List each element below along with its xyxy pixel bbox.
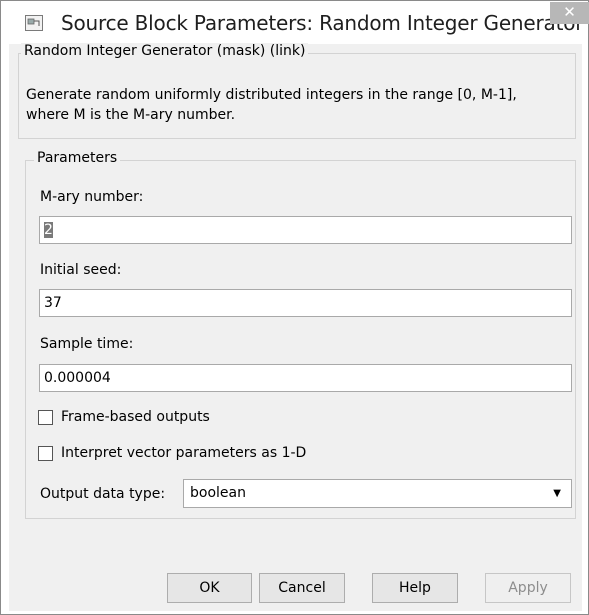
output-data-type-select[interactable]: boolean ▼	[183, 479, 572, 508]
simulink-block-icon	[25, 15, 43, 31]
parameters-group: Parameters M-ary number: 2 Initial seed:…	[25, 150, 576, 519]
interpret-vector-row[interactable]: Interpret vector parameters as 1-D	[38, 445, 306, 461]
apply-button[interactable]: Apply	[485, 573, 571, 603]
parameters-legend: Parameters	[34, 150, 121, 166]
interpret-vector-label: Interpret vector parameters as 1-D	[61, 445, 307, 461]
block-description-group: Random Integer Generator (mask) (link) G…	[18, 43, 576, 139]
sample-time-input[interactable]: 0.000004	[39, 364, 572, 392]
frame-based-outputs-row[interactable]: Frame-based outputs	[38, 409, 210, 425]
dialog-client-area: Random Integer Generator (mask) (link) G…	[9, 43, 582, 611]
frame-based-outputs-checkbox[interactable]	[38, 409, 53, 425]
close-button[interactable]: ✕	[550, 2, 589, 24]
chevron-down-icon: ▼	[553, 488, 561, 499]
dialog-window: Source Block Parameters: Random Integer …	[0, 0, 589, 615]
output-data-type-value: boolean	[190, 485, 246, 501]
mary-number-value: 2	[44, 222, 53, 238]
initial-seed-label: Initial seed:	[40, 262, 122, 278]
block-description-line1: Generate random uniformly distributed in…	[26, 87, 517, 103]
output-data-type-label: Output data type:	[40, 486, 166, 502]
window-title: Source Block Parameters: Random Integer …	[61, 11, 584, 35]
close-icon: ✕	[563, 3, 576, 21]
block-group-legend: Random Integer Generator (mask) (link)	[21, 43, 309, 59]
initial-seed-input[interactable]: 37	[39, 289, 572, 317]
title-bar[interactable]: Source Block Parameters: Random Integer …	[1, 1, 589, 44]
sample-time-label: Sample time:	[40, 336, 134, 352]
mary-number-input[interactable]: 2	[39, 216, 572, 244]
block-description-line2: where M is the M-ary number.	[26, 107, 236, 123]
ok-button[interactable]: OK	[167, 573, 252, 603]
frame-based-outputs-label: Frame-based outputs	[61, 409, 210, 425]
interpret-vector-checkbox[interactable]	[38, 445, 53, 461]
mary-number-label: M-ary number:	[40, 189, 144, 205]
help-button[interactable]: Help	[372, 573, 458, 603]
cancel-button[interactable]: Cancel	[259, 573, 345, 603]
